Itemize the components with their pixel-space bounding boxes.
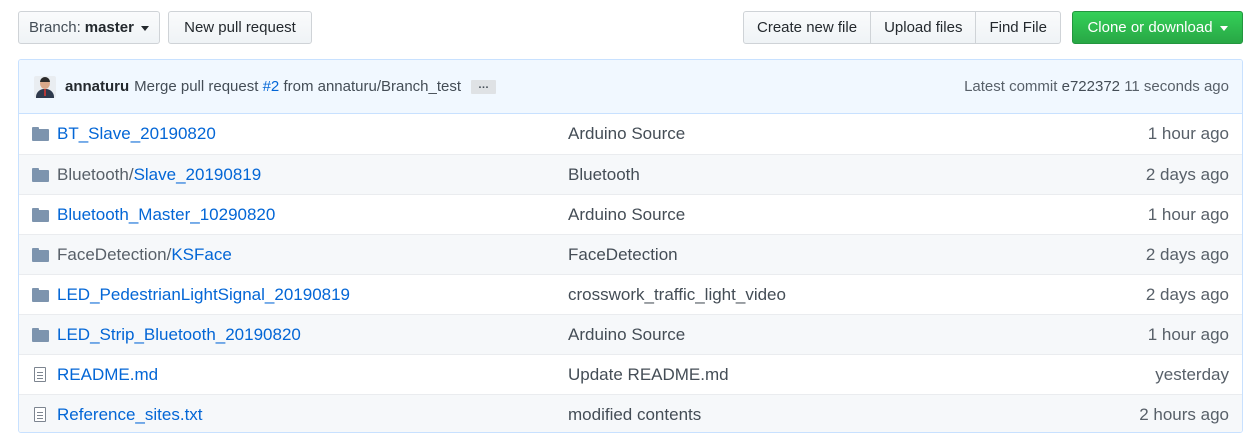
clone-or-download-label: Clone or download — [1087, 19, 1213, 36]
file-commit-message[interactable]: Arduino Source — [568, 205, 685, 225]
file-name[interactable]: LED_PedestrianLightSignal_20190819 — [57, 285, 350, 304]
folder-icon — [32, 126, 49, 142]
latest-commit-bar: annaturu Merge pull request #2 from anna… — [19, 60, 1242, 114]
create-new-file-button[interactable]: Create new file — [743, 11, 872, 44]
file-commit-message[interactable]: crosswork_traffic_light_video — [568, 285, 786, 305]
file-name-link[interactable]: BT_Slave_20190820 — [57, 124, 216, 144]
file-icon — [32, 366, 49, 383]
commit-sha-link[interactable]: e722372 — [1062, 78, 1120, 95]
file-name-link[interactable]: Reference_sites.txt — [57, 405, 203, 425]
file-name[interactable]: Bluetooth_Master_10290820 — [57, 205, 275, 224]
folder-icon — [32, 167, 49, 183]
file-commit-age: 2 days ago — [1145, 284, 1229, 304]
folder-icon — [32, 207, 49, 223]
file-commit-age: yesterday — [1155, 364, 1229, 384]
file-commit-message[interactable]: modified contents — [568, 405, 701, 425]
file-name[interactable]: Reference_sites.txt — [57, 405, 203, 424]
file-dir-prefix[interactable]: Bluetooth/ — [57, 165, 134, 184]
commit-age: 11 seconds ago — [1124, 78, 1229, 95]
commit-message-prefix: Merge pull request — [134, 78, 259, 95]
file-dir-prefix[interactable]: FaceDetection/ — [57, 245, 171, 264]
latest-commit-info: Latest commit e722372 11 seconds ago — [964, 78, 1229, 95]
file-commit-message[interactable]: Arduino Source — [568, 124, 685, 144]
folder-icon — [32, 247, 49, 263]
table-row: Bluetooth_Master_10290820 Arduino Source 1… — [19, 194, 1242, 234]
new-pull-request-button[interactable]: New pull request — [168, 11, 312, 44]
chevron-down-icon — [1219, 26, 1228, 31]
file-commit-age: 2 days ago — [1145, 164, 1229, 184]
file-commit-message[interactable]: Update README.md — [568, 365, 729, 385]
table-row: LED_Strip_Bluetooth_20190820 Arduino Sour… — [19, 314, 1242, 354]
clone-or-download-button[interactable]: Clone or download — [1072, 11, 1243, 44]
latest-commit-label: Latest commit — [964, 78, 1058, 95]
file-name[interactable]: Slave_20190819 — [134, 165, 262, 184]
commit-message[interactable]: Merge pull request #2 from annaturu/Bran… — [134, 78, 461, 95]
file-list: annaturu Merge pull request #2 from anna… — [18, 59, 1243, 433]
file-actions-group: Create new file Upload files Find File — [743, 11, 1061, 44]
expand-commit-message-button[interactable]: … — [471, 79, 497, 94]
table-row: README.md Update README.md yesterday — [19, 354, 1242, 394]
file-commit-message[interactable]: FaceDetection — [568, 245, 678, 265]
branch-select-button[interactable]: Branch: master — [18, 11, 160, 44]
file-commit-age: 2 hours ago — [1139, 404, 1229, 424]
commit-author[interactable]: annaturu — [65, 78, 129, 95]
table-row: LED_PedestrianLightSignal_20190819 crossw… — [19, 274, 1242, 314]
file-name-link[interactable]: LED_PedestrianLightSignal_20190819 — [57, 285, 350, 305]
table-row: BT_Slave_20190820 Arduino Source 1 hour ag… — [19, 114, 1242, 154]
upload-files-button[interactable]: Upload files — [870, 11, 977, 44]
file-name[interactable]: README.md — [57, 365, 158, 384]
file-commit-age: 1 hour ago — [1147, 124, 1229, 143]
file-name[interactable]: LED_Strip_Bluetooth_20190820 — [57, 325, 301, 344]
table-row: Reference_sites.txt modified contents 2 ho… — [19, 394, 1242, 432]
file-name[interactable]: KSFace — [171, 245, 231, 264]
file-rows: BT_Slave_20190820 Arduino Source 1 hour ag… — [19, 114, 1242, 432]
file-icon — [32, 406, 49, 423]
find-file-button[interactable]: Find File — [975, 11, 1061, 44]
folder-icon — [32, 287, 49, 303]
file-commit-age: 1 hour ago — [1147, 324, 1229, 344]
file-commit-message[interactable]: Bluetooth — [568, 165, 640, 185]
avatar[interactable] — [34, 75, 56, 98]
repo-toolbar: Branch: master New pull request Create n… — [18, 11, 1243, 46]
file-name-link[interactable]: FaceDetection/KSFace — [57, 245, 232, 265]
file-name-link[interactable]: Bluetooth_Master_10290820 — [57, 205, 275, 225]
file-commit-age: 1 hour ago — [1147, 204, 1229, 224]
file-commit-message[interactable]: Arduino Source — [568, 325, 685, 345]
table-row: FaceDetection/KSFace FaceDetection 2 days … — [19, 234, 1242, 274]
table-row: Bluetooth/Slave_20190819 Bluetooth 2 days … — [19, 154, 1242, 194]
folder-icon — [32, 327, 49, 343]
file-name[interactable]: BT_Slave_20190820 — [57, 124, 216, 143]
branch-label: Branch: — [29, 19, 81, 36]
branch-value: master — [84, 19, 134, 36]
file-name-link[interactable]: README.md — [57, 365, 158, 385]
file-name-link[interactable]: Bluetooth/Slave_20190819 — [57, 165, 261, 185]
pull-request-link[interactable]: #2 — [263, 78, 280, 95]
file-name-link[interactable]: LED_Strip_Bluetooth_20190820 — [57, 325, 301, 345]
commit-message-suffix: from annaturu/Branch_test — [283, 78, 462, 95]
file-commit-age: 2 days ago — [1145, 244, 1229, 264]
chevron-down-icon — [140, 26, 149, 31]
